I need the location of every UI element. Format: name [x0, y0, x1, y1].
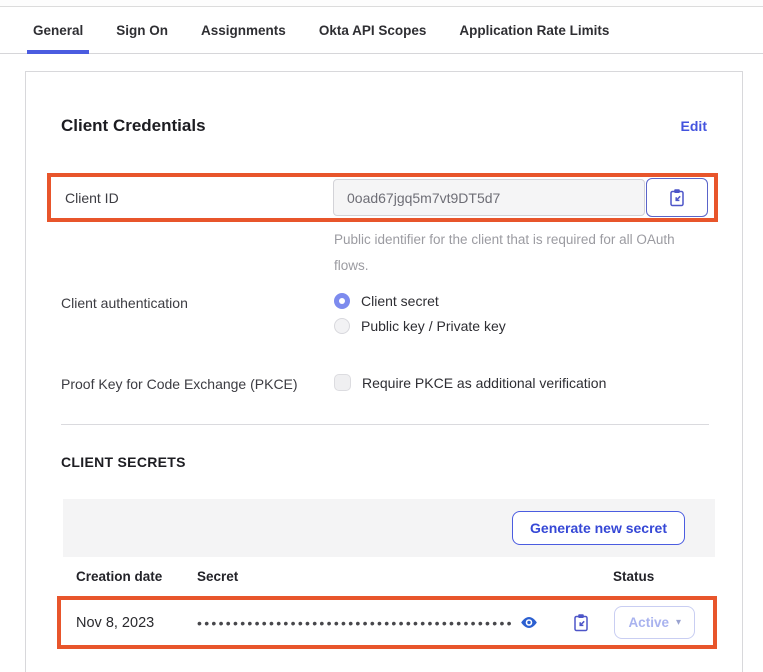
app-tabbar: General Sign On Assignments Okta API Sco… — [0, 7, 763, 54]
secrets-table-header: Creation date Secret Status — [61, 557, 715, 597]
eye-icon — [520, 615, 538, 630]
clipboard-copy-icon — [572, 613, 590, 632]
header-secret: Secret — [197, 569, 613, 584]
status-dropdown-button[interactable]: Active ▾ — [614, 606, 695, 639]
client-authentication-options: Client secret Public key / Private key — [334, 293, 506, 343]
radio-option-label: Client secret — [361, 293, 439, 309]
client-authentication-row: Client authentication Client secret Publ… — [61, 293, 707, 343]
client-id-highlight-box: Client ID 0oad67jgq5m7vt9DT5d7 — [47, 173, 718, 222]
reveal-secret-button[interactable] — [520, 615, 538, 630]
client-credentials-card: Client Credentials Edit Client ID 0oad67… — [25, 71, 743, 672]
page-top-divider — [0, 0, 763, 7]
tab-sign-on[interactable]: Sign On — [116, 7, 168, 53]
checkbox-unchecked-icon[interactable] — [334, 374, 351, 391]
header-creation-date: Creation date — [76, 569, 197, 584]
tab-assignments[interactable]: Assignments — [201, 7, 286, 53]
client-secrets-title: CLIENT SECRETS — [61, 454, 707, 470]
generate-new-secret-button[interactable]: Generate new secret — [512, 511, 685, 545]
status-label: Active — [628, 615, 669, 630]
radio-option-public-private-key[interactable]: Public key / Private key — [334, 318, 506, 334]
secret-row-highlight-box: Nov 8, 2023 ••••••••••••••••••••••••••••… — [57, 596, 717, 649]
section-header: Client Credentials Edit — [61, 72, 707, 136]
header-status: Status — [613, 569, 654, 584]
pkce-checkbox-label: Require PKCE as additional verification — [362, 375, 606, 391]
client-authentication-label: Client authentication — [61, 293, 334, 311]
pkce-checkbox-option[interactable]: Require PKCE as additional verification — [334, 374, 606, 391]
client-id-help-text: Public identifier for the client that is… — [334, 227, 684, 279]
masked-secret-value: ••••••••••••••••••••••••••••••••••••••••… — [197, 615, 514, 631]
section-divider — [61, 424, 709, 425]
tab-general[interactable]: General — [33, 7, 83, 53]
client-id-label: Client ID — [65, 190, 324, 206]
clipboard-copy-icon — [668, 188, 686, 207]
copy-client-id-button[interactable] — [646, 178, 708, 217]
client-id-group: 0oad67jgq5m7vt9DT5d7 — [333, 178, 708, 217]
tab-application-rate-limits[interactable]: Application Rate Limits — [459, 7, 609, 53]
copy-secret-button[interactable] — [572, 613, 590, 632]
chevron-down-icon: ▾ — [676, 617, 681, 628]
radio-option-client-secret[interactable]: Client secret — [334, 293, 506, 309]
secret-creation-date: Nov 8, 2023 — [76, 615, 197, 631]
client-id-input[interactable]: 0oad67jgq5m7vt9DT5d7 — [333, 179, 645, 216]
client-secrets-toolbar: Generate new secret — [63, 499, 715, 557]
radio-unselected-icon[interactable] — [334, 318, 350, 334]
radio-selected-icon[interactable] — [334, 293, 350, 309]
pkce-label: Proof Key for Code Exchange (PKCE) — [61, 374, 334, 392]
section-title: Client Credentials — [61, 116, 206, 136]
edit-link[interactable]: Edit — [681, 118, 707, 134]
radio-option-label: Public key / Private key — [361, 318, 506, 334]
pkce-row: Proof Key for Code Exchange (PKCE) Requi… — [61, 374, 707, 400]
tab-okta-api-scopes[interactable]: Okta API Scopes — [319, 7, 427, 53]
